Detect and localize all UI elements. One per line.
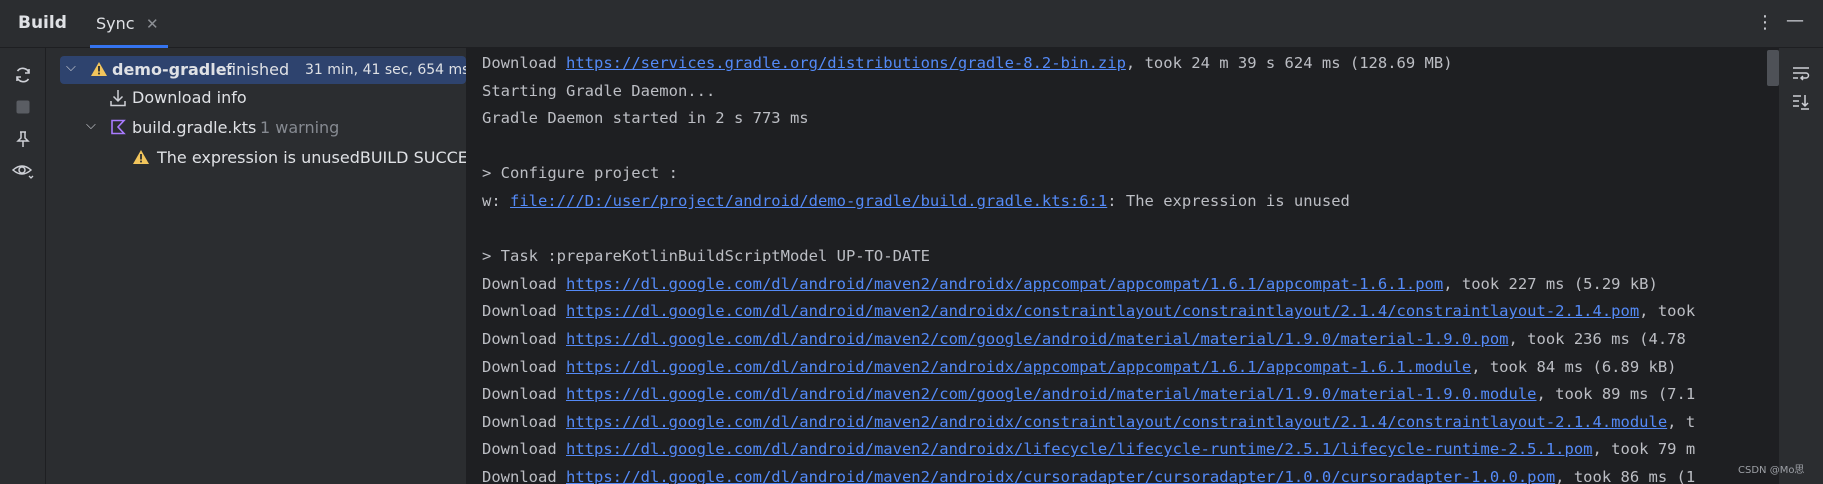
console-line: > Configure project : [482,164,678,183]
sync-icon[interactable] [12,64,34,86]
console-link[interactable]: https://dl.google.com/dl/android/maven2/… [566,468,1555,484]
close-icon[interactable]: ✕ [146,15,159,33]
console-link[interactable]: https://dl.google.com/dl/android/maven2/… [566,413,1667,431]
console-line-suffix: , took 89 ms (7.1 [1536,385,1696,404]
console-line-suffix: , took [1639,302,1696,321]
console-line: Download https://dl.google.com/dl/androi… [482,358,1677,384]
console-link[interactable]: https://dl.google.com/dl/android/maven2/… [566,330,1509,348]
tool-window-header: Build Sync ✕ ⋮ — [0,0,1823,48]
console-link[interactable]: https://dl.google.com/dl/android/maven2/… [566,440,1593,458]
chevron-down-icon[interactable]: ⌵ [86,118,96,133]
console-link[interactable]: https://dl.google.com/dl/android/maven2/… [566,358,1471,376]
console-line: Download https://dl.google.com/dl/androi… [482,275,1658,301]
tree-node-download-info[interactable]: Download info [46,84,466,112]
console-line-suffix: , took 227 ms (5.29 kB) [1443,274,1658,293]
console-link[interactable]: https://services.gradle.org/distribution… [566,54,1126,72]
console-line-prefix: Download [482,468,566,484]
console-line: w: file:///D:/user/project/android/demo-… [482,192,1350,218]
warning-icon [91,62,107,76]
tab-sync[interactable]: Sync ✕ [90,0,172,48]
console-line: Download https://services.gradle.org/dis… [482,54,1453,80]
right-toolbar [1779,48,1823,484]
pin-icon[interactable] [12,128,34,150]
scroll-to-end-icon[interactable] [1791,92,1813,114]
kotlin-file-icon [111,119,126,135]
download-info-label: Download info [132,88,247,107]
console-line-prefix: Download [482,330,566,348]
console-line: Download https://dl.google.com/dl/androi… [482,440,1695,466]
console-link[interactable]: https://dl.google.com/dl/android/maven2/… [566,385,1537,403]
more-options-icon[interactable]: ⋮ [1756,12,1774,33]
console-line-prefix: Download [482,274,566,293]
console-line-suffix: , t [1667,412,1696,431]
tab-sync-label: Sync [96,14,135,33]
build-tree: ⌵ demo-gradle: finished 31 min, 41 sec, … [46,48,466,484]
stop-icon[interactable] [12,96,34,118]
warning-count: 1 warning [260,118,340,137]
soft-wrap-icon[interactable] [1791,64,1813,86]
console-line-prefix: Download [482,302,566,321]
eye-icon[interactable] [12,160,34,182]
build-file-name: build.gradle.kts [132,118,257,137]
console-line: Download https://dl.google.com/dl/androi… [482,413,1695,439]
console-line-prefix: Download [482,440,566,459]
tab-build[interactable]: Build [18,13,67,33]
console-line-suffix: , took 86 ms (1 [1555,468,1696,484]
console-line-suffix: , took 236 ms (4.78 [1508,330,1686,348]
chevron-down-icon[interactable]: ⌵ [66,60,76,75]
tree-node-root[interactable]: ⌵ demo-gradle: finished 31 min, 41 sec, … [60,56,466,84]
console-link[interactable]: https://dl.google.com/dl/android/maven2/… [566,302,1639,320]
build-tool-window: Build Sync ✕ ⋮ — ⌵ demo-gradle: finished… [0,0,1823,484]
console-link[interactable]: https://dl.google.com/dl/android/maven2/… [566,275,1443,293]
console-line-suffix: : The expression is unused [1107,192,1350,210]
vertical-scrollbar[interactable] [1767,50,1779,86]
warning-icon [133,150,149,164]
tree-node-build-file[interactable]: ⌵ build.gradle.kts 1 warning [46,114,466,142]
build-status: finished [226,60,290,79]
console-line-prefix: Download [482,412,566,431]
console-line-suffix: , took 84 ms (6.89 kB) [1471,357,1677,376]
console-line-prefix: Download [482,385,566,404]
watermark: CSDN @Mo思 [1738,465,1805,476]
download-icon [110,90,126,107]
console-link[interactable]: file:///D:/user/project/android/demo-gra… [510,192,1107,210]
console-line-suffix: , took 24 m 39 s 624 ms (128.69 MB) [1125,54,1453,72]
console-output[interactable]: Download https://services.gradle.org/dis… [468,48,1768,484]
tree-node-warning[interactable]: The expression is unusedBUILD SUCCESSFUL [46,144,466,172]
console-line: > Task :prepareKotlinBuildScriptModel UP… [482,247,930,266]
build-duration: 31 min, 41 sec, 654 ms [305,62,466,78]
console-line: Download https://dl.google.com/dl/androi… [482,330,1686,356]
console-line: Download https://dl.google.com/dl/androi… [482,385,1695,411]
console-line-prefix: w: [482,192,510,210]
console-line-suffix: , took 79 m [1592,440,1696,459]
console-line: Gradle Daemon started in 2 s 773 ms [482,109,809,128]
console-line: Starting Gradle Daemon... [482,81,716,100]
left-toolbar [0,48,46,484]
console-line: Download https://dl.google.com/dl/androi… [482,302,1695,328]
console-line-prefix: Download [482,54,566,72]
console-line-prefix: Download [482,357,566,376]
console-line: Download https://dl.google.com/dl/androi… [482,468,1695,484]
warning-message: The expression is unusedBUILD SUCCESSFUL [157,148,466,167]
project-name: demo-gradle: [112,60,233,79]
minimize-icon[interactable]: — [1786,10,1804,31]
